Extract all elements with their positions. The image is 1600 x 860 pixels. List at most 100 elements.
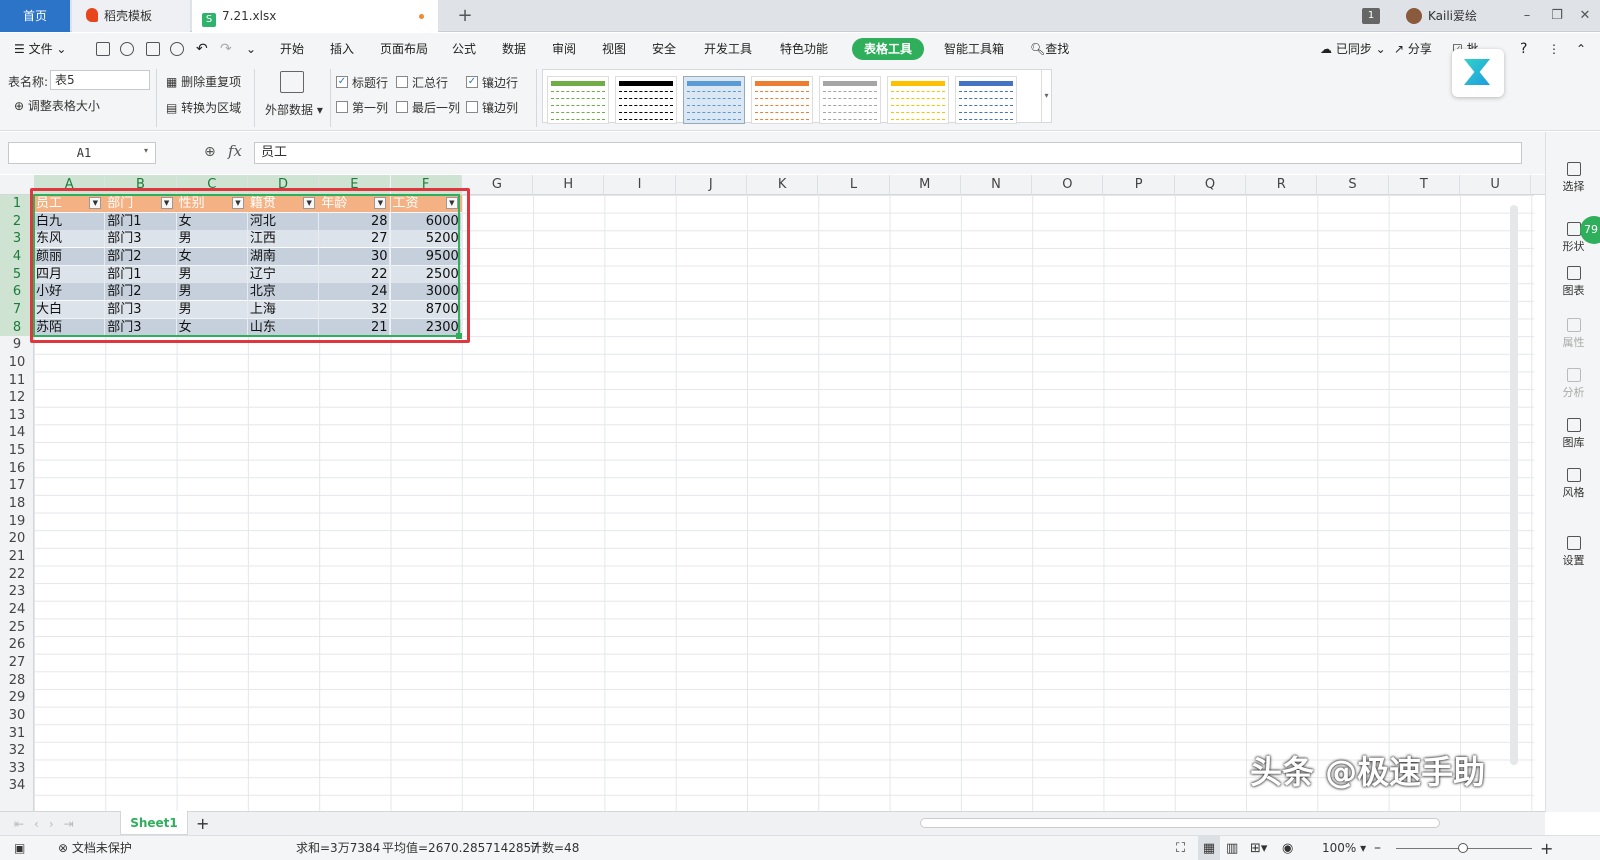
resize-table-button[interactable]: ⊕ 调整表格大小 [14, 97, 100, 114]
normal-view-icon[interactable]: ▦ [1198, 836, 1220, 860]
zoom-slider-handle[interactable] [1458, 843, 1468, 853]
preview-icon[interactable] [170, 42, 184, 56]
menu-formula[interactable]: 公式 [452, 33, 476, 65]
row-header-10[interactable]: 10 [0, 354, 34, 372]
row-header-5[interactable]: 5 [0, 265, 34, 284]
score-badge[interactable]: 79 [1580, 216, 1600, 244]
row-header-8[interactable]: 8 [0, 318, 34, 337]
tab-docer-templates[interactable]: 稻壳模板 [72, 0, 190, 32]
window-count-badge[interactable]: 1 [1362, 8, 1380, 24]
menu-developer[interactable]: 开发工具 [704, 33, 752, 65]
menu-security[interactable]: 安全 [652, 33, 676, 65]
menu-start[interactable]: 开始 [280, 33, 304, 65]
menu-table-tools[interactable]: 表格工具 [852, 38, 925, 60]
menu-page-layout[interactable]: 页面布局 [380, 33, 428, 65]
column-header-H[interactable]: H [533, 175, 605, 195]
vertical-scrollbar[interactable] [1510, 205, 1518, 765]
checkbox-4[interactable] [396, 101, 408, 113]
sheet-tab-sheet1[interactable]: Sheet1 [120, 811, 188, 835]
row-header-13[interactable]: 13 [0, 407, 34, 425]
remove-duplicates-button[interactable]: ▦ 删除重复项 [166, 73, 241, 90]
table-style-4[interactable] [819, 76, 881, 124]
column-header-K[interactable]: K [747, 175, 819, 195]
floating-assistant-button[interactable] [1452, 49, 1504, 97]
row-header-34[interactable]: 34 [0, 777, 34, 795]
row-header-15[interactable]: 15 [0, 442, 34, 460]
sidebar-item-7[interactable]: 设置 [1546, 536, 1600, 568]
row-header-4[interactable]: 4 [0, 247, 34, 266]
row-header-18[interactable]: 18 [0, 495, 34, 513]
column-header-U[interactable]: U [1460, 175, 1532, 195]
new-tab-button[interactable]: + [450, 0, 480, 32]
close-button[interactable]: ✕ [1570, 0, 1600, 32]
column-header-P[interactable]: P [1104, 175, 1175, 195]
column-header-N[interactable]: N [961, 175, 1033, 195]
row-header-9[interactable]: 9 [0, 336, 34, 354]
quick-access-dropdown-icon[interactable]: ⌄ [246, 33, 256, 65]
menu-view[interactable]: 视图 [602, 33, 626, 65]
row-header-2[interactable]: 2 [0, 212, 34, 231]
menu-review[interactable]: 审阅 [552, 33, 576, 65]
column-header-G[interactable]: G [462, 175, 534, 195]
name-box[interactable]: A1 [8, 142, 156, 164]
row-header-11[interactable]: 11 [0, 372, 34, 390]
row-header-31[interactable]: 31 [0, 725, 34, 743]
zoom-out-button[interactable]: – [1374, 836, 1381, 860]
user-name[interactable]: Kaili爱绘 [1428, 0, 1477, 32]
eye-protection-icon[interactable]: ◉ [1282, 836, 1293, 860]
table-style-1[interactable] [615, 76, 677, 124]
row-header-20[interactable]: 20 [0, 530, 34, 548]
menu-search[interactable]: 🔍︎查找 [1030, 33, 1069, 65]
row-header-23[interactable]: 23 [0, 583, 34, 601]
fx-button[interactable]: fx [228, 142, 242, 160]
row-header-24[interactable]: 24 [0, 601, 34, 619]
row-header-7[interactable]: 7 [0, 300, 34, 319]
row-header-16[interactable]: 16 [0, 460, 34, 478]
row-header-6[interactable]: 6 [0, 283, 34, 301]
table-style-6[interactable] [955, 76, 1017, 124]
column-header-Q[interactable]: Q [1175, 175, 1247, 195]
export-icon[interactable] [120, 42, 134, 56]
table-style-3[interactable] [751, 76, 813, 124]
sync-status[interactable]: ☁ 已同步 ⌄ [1320, 33, 1386, 65]
redo-icon[interactable]: ↷ [220, 33, 232, 65]
macro-icon[interactable]: ▣ [14, 836, 25, 860]
column-header-J[interactable]: J [676, 175, 747, 195]
row-header-25[interactable]: 25 [0, 619, 34, 637]
convert-to-range-button[interactable]: ▤ 转换为区域 [166, 99, 241, 116]
row-header-1[interactable]: 1 [0, 195, 34, 213]
checkbox-2[interactable]: ✓ [466, 76, 478, 88]
row-header-17[interactable]: 17 [0, 477, 34, 495]
row-header-19[interactable]: 19 [0, 513, 34, 531]
sidebar-item-4[interactable]: 分析 [1546, 368, 1600, 400]
zoom-level[interactable]: 100% ▾ [1322, 836, 1366, 860]
formula-input[interactable]: 员工 [254, 142, 1522, 164]
checkbox-1[interactable] [396, 76, 408, 88]
table-style-2[interactable] [683, 76, 745, 124]
column-header-O[interactable]: O [1032, 175, 1104, 195]
column-header-R[interactable]: R [1246, 175, 1318, 195]
style-gallery-more-icon[interactable]: ▾ [1041, 70, 1051, 122]
print-icon[interactable] [146, 42, 160, 56]
menu-data[interactable]: 数据 [502, 33, 526, 65]
menu-smart-toolbox[interactable]: 智能工具箱 [944, 33, 1004, 65]
sidebar-item-3[interactable]: 属性 [1546, 318, 1600, 350]
tab-home[interactable]: 首页 [0, 0, 70, 32]
checkbox-5[interactable] [466, 101, 478, 113]
tab-file[interactable]: S 7.21.xlsx [192, 0, 438, 32]
zoom-in-button[interactable]: + [1540, 836, 1553, 860]
row-header-26[interactable]: 26 [0, 636, 34, 654]
sidebar-item-5[interactable]: 图库 [1546, 418, 1600, 450]
column-header-S[interactable]: S [1317, 175, 1389, 195]
protection-status[interactable]: ⊗ 文档未保护 [58, 836, 132, 860]
collapse-ribbon-icon[interactable]: ⌃ [1576, 33, 1586, 65]
row-header-29[interactable]: 29 [0, 689, 34, 707]
zoom-formula-icon[interactable]: ⊕ [204, 144, 216, 160]
row-header-27[interactable]: 27 [0, 654, 34, 672]
row-header-28[interactable]: 28 [0, 672, 34, 690]
avatar[interactable] [1406, 8, 1422, 24]
menu-insert[interactable]: 插入 [330, 33, 354, 65]
sidebar-item-0[interactable]: 选择 [1546, 162, 1600, 194]
row-header-33[interactable]: 33 [0, 760, 34, 778]
horizontal-scrollbar[interactable] [920, 818, 1440, 828]
